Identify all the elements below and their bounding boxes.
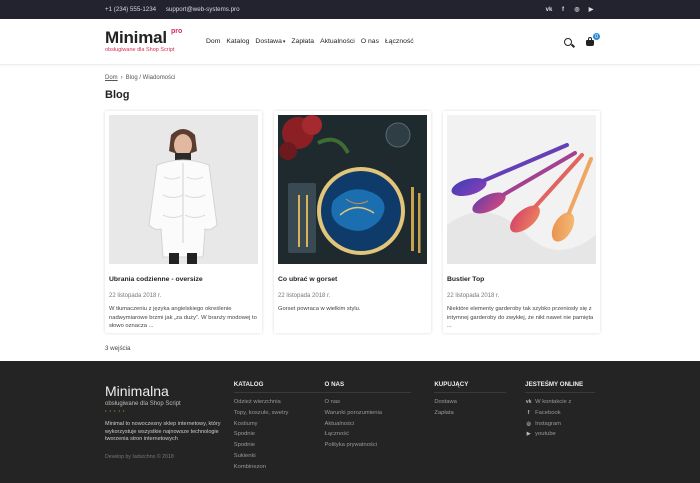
main-nav: Dom Katalog Dostawa▾ Zapłata Aktualności… [206,38,414,45]
search-icon[interactable] [564,37,572,46]
blog-post-card[interactable]: Bustier Top 22 listopada 2018 r. Niektór… [443,111,600,333]
footer-link[interactable]: Aktualności [325,419,435,430]
footer-link[interactable]: Łączność [325,429,435,440]
footer-link[interactable]: Spodnie [234,440,325,451]
post-title[interactable]: Ubrania codzienne - oversize [109,276,258,283]
footer-link[interactable]: Odzież wierzchnia [234,397,325,408]
nav-item-label: Dostawa [255,38,282,45]
footer-link[interactable]: Topy, koszule, swetry [234,408,325,419]
page-title: Blog [105,89,130,101]
phone-link[interactable]: +1 (234) 555-1234 [105,6,156,13]
main-content: Dom › Blog / Wiadomości Blog Ubrania cod… [0,75,700,352]
footer-link[interactable]: Kostiumy [234,419,325,430]
youtube-icon: ▶ [526,431,531,438]
nav-item-katalog[interactable]: Katalog [226,38,249,45]
blog-post-card[interactable]: Ubrania codzienne - oversize 22 listopad… [105,111,262,333]
footer-social-label: Instagram [535,420,561,427]
breadcrumb: Dom › Blog / Wiadomości [105,75,595,81]
nav-item-aktualnosci[interactable]: Aktualności [320,38,355,45]
cart-count-badge: 0 [593,33,600,40]
post-date: 22 listopada 2018 r. [447,293,500,299]
footer-column-head: KATALOG [233,381,325,393]
footer-description: Minimal to nowoczesny sklep internetowy,… [105,421,221,442]
footer-column-kupujacy: KUPUJĄCY Dostawa Zapłata [434,361,525,483]
site-footer: Minimalna obsługiwane dla Shop Script • … [0,361,700,483]
logo[interactable]: Minimal pro obsługiwane dla Shop Script [105,28,203,53]
footer-column-head: JESTEŚMY ONLINE [525,381,595,393]
logo-pro: pro [171,28,183,35]
footer-logo[interactable]: Minimalna [105,383,234,399]
site-header: Minimal pro obsługiwane dla Shop Script … [0,19,700,65]
breadcrumb-home[interactable]: Dom [105,75,118,81]
entries-count: 3 wejścia [105,345,131,352]
contact-info: +1 (234) 555-1234 support@web-systems.pr… [105,6,248,13]
top-bar: +1 (234) 555-1234 support@web-systems.pr… [0,0,700,19]
footer-tagline: obsługiwane dla Shop Script [105,401,181,407]
nav-item-zaplata[interactable]: Zapłata [291,38,314,45]
instagram-icon: ◎ [526,420,531,427]
footer-social-youtube[interactable]: ▶ youtube [525,429,595,440]
email-link[interactable]: support@web-systems.pro [166,6,240,13]
footer-stars: • • • • • [105,408,126,413]
logo-tagline: obsługiwane dla Shop Script [105,47,175,53]
footer-link[interactable]: O nas [325,397,435,408]
footer-column-online: JESTEŚMY ONLINE vk W kontakcie z f Faceboo… [525,361,595,483]
footer-social-label: W kontakcie z [535,399,572,405]
footer-link[interactable]: Warunki porozumienia [325,408,435,419]
post-title[interactable]: Co ubrać w gorset [278,276,427,283]
footer-column-head: O NAS [324,381,411,393]
breadcrumb-current: Blog / Wiadomości [125,75,176,81]
cart-icon-body [586,40,594,46]
footer-social-vk[interactable]: vk W kontakcie z [525,397,595,408]
cart-button[interactable]: 0 [585,33,600,46]
header-actions: 0 [564,33,600,46]
nav-item-dom[interactable]: Dom [206,38,220,45]
post-excerpt: Niektóre elementy garderoby tak szybko p… [447,306,594,329]
facebook-icon: f [527,409,530,416]
youtube-icon[interactable]: ▶ [587,6,595,14]
footer-social-label: Facebook [535,409,561,416]
blog-post-card[interactable]: Co ubrać w gorset 22 listopada 2018 r. G… [274,111,431,333]
chevron-down-icon: ▾ [282,39,286,45]
nav-item-o-nas[interactable]: O nas [361,38,379,45]
breadcrumb-separator: › [120,75,123,81]
post-image-table-setting[interactable] [278,115,427,264]
post-title[interactable]: Bustier Top [447,276,596,283]
footer-brand: Minimalna obsługiwane dla Shop Script • … [105,361,234,483]
footer-social-facebook[interactable]: f Facebook [525,408,595,419]
footer-copyright: Develop by Iadurchno © 2018 [105,453,174,460]
footer-column-katalog: KATALOG Odzież wierzchnia Topy, koszule,… [233,361,325,483]
footer-link[interactable]: Kombinezon [234,462,325,473]
logo-name: Minimal [105,28,167,47]
footer-link[interactable]: Polityka prywatności [325,440,435,451]
post-excerpt: Gorset powraca w wielkim stylu. [278,306,361,312]
footer-link[interactable]: Spodnie [234,429,325,440]
post-date: 22 listopada 2018 r. [109,293,162,299]
post-image-jacket[interactable] [109,115,258,264]
instagram-icon[interactable]: ◎ [573,6,581,14]
footer-social-instagram[interactable]: ◎ Instagram [525,419,595,430]
post-date: 22 listopada 2018 r. [278,293,331,299]
facebook-icon[interactable]: f [559,6,567,14]
vk-icon: vk [525,399,532,405]
footer-link[interactable]: Sukienki [234,451,325,462]
social-links: vk f ◎ ▶ [545,6,595,14]
footer-column-head: KUPUJĄCY [434,381,507,393]
vk-icon[interactable]: vk [545,6,553,14]
nav-item-dostawa[interactable]: Dostawa▾ [255,38,285,45]
post-excerpt: W tłumaczeniu z języka angielskiego okre… [109,306,257,329]
post-image-spoons[interactable] [447,115,596,264]
footer-link[interactable]: Dostawa [434,397,525,408]
footer-social-label: youtube [535,431,556,438]
footer-link[interactable]: Zapłata [434,408,525,419]
footer-column-o-nas: O NAS O nas Warunki porozumienia Aktualn… [324,361,435,483]
blog-post-list: Ubrania codzienne - oversize 22 listopad… [105,111,600,333]
nav-item-lacznosc[interactable]: Łączność [385,38,414,45]
